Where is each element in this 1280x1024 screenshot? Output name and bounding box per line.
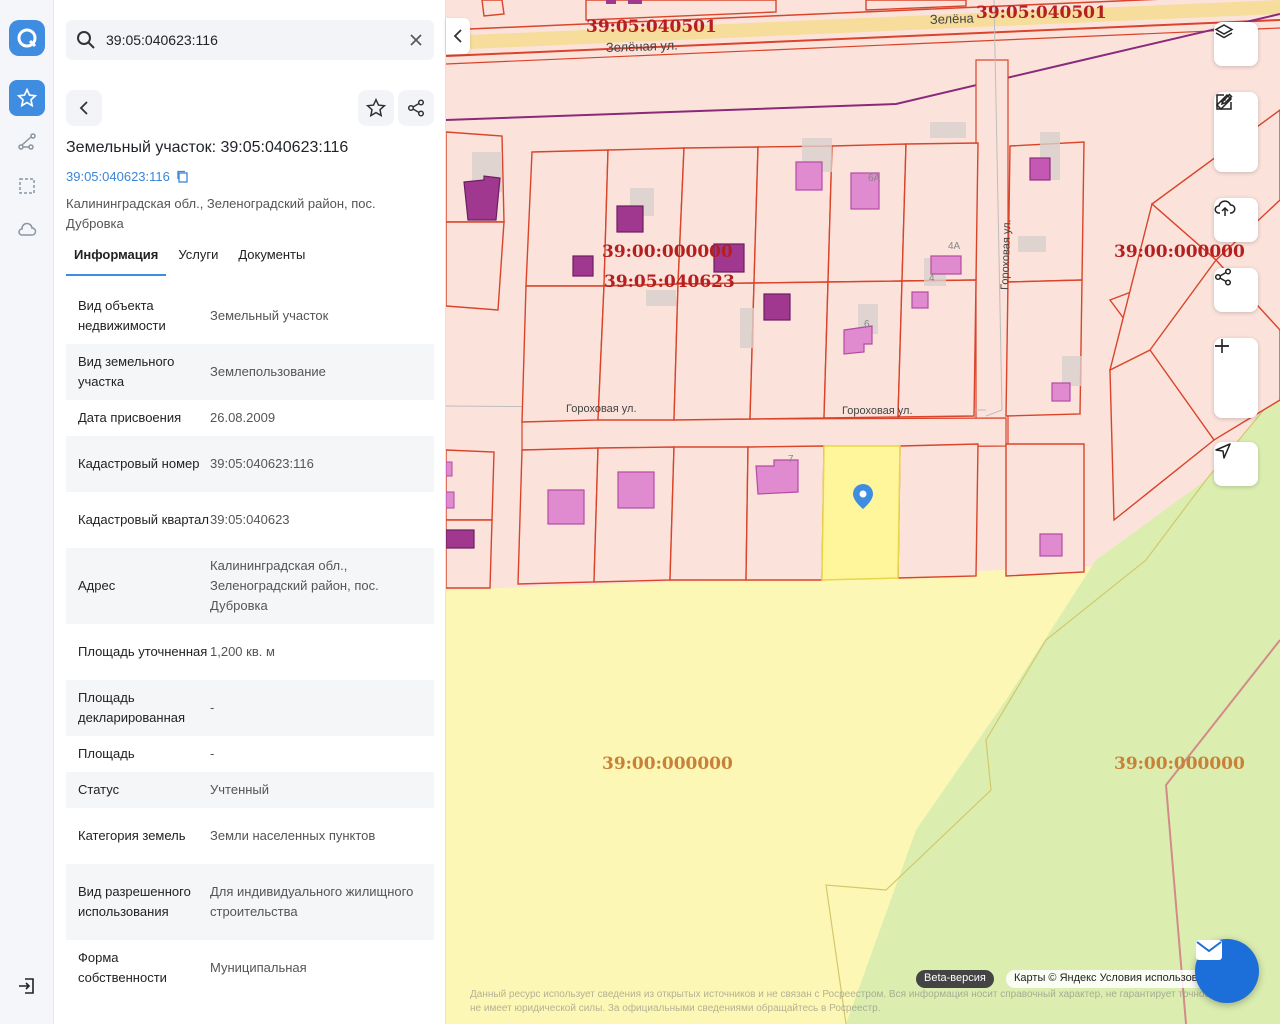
selected-parcel[interactable]	[821, 445, 901, 581]
table-row: Вид земельного участка Землепользование	[66, 344, 434, 400]
share-icon	[1214, 268, 1258, 308]
close-icon[interactable]	[406, 30, 426, 50]
logo-icon[interactable]	[9, 20, 45, 56]
street-label: Гороховая ул.	[842, 405, 913, 417]
info-table: Вид объекта недвижимости Земельный участо…	[66, 288, 434, 1000]
street-label: Гороховая ул.	[566, 403, 637, 415]
star-icon[interactable]	[9, 80, 45, 116]
table-row: Адрес Калининградская обл., Зеленоградски…	[66, 548, 434, 624]
street-label: Зелёна	[930, 10, 975, 27]
info-panel: 39:05:040623:116 Земельный участок: 39:0…	[54, 0, 446, 1024]
table-row: Площадь -	[78, 746, 215, 761]
street-label: Зелёная ул.	[606, 37, 678, 55]
map-view[interactable]: 39:05:040501 39:05:040501 39:00:000000 3…	[446, 0, 1280, 1024]
tab-bar: Информация Услуги Документы	[66, 244, 313, 276]
house-number: 4	[929, 273, 935, 284]
street-label: Гороховая ул.	[999, 219, 1013, 290]
house-number: 4А	[948, 241, 961, 252]
share-icon	[407, 99, 425, 117]
page-title: Земельный участок: 39:05:040623:116	[66, 139, 349, 156]
mail-button[interactable]	[1195, 939, 1259, 1003]
selection-icon[interactable]	[15, 174, 39, 198]
search-input[interactable]: 39:05:040623:116	[106, 32, 218, 48]
edit-icon[interactable]	[1214, 93, 1258, 170]
upload-button[interactable]	[1214, 198, 1258, 242]
left-rail	[0, 0, 54, 1024]
table-row: Кадастровый номер 39:05:040623:116	[66, 436, 434, 492]
logout-icon[interactable]	[15, 974, 39, 998]
route-icon[interactable]	[15, 130, 39, 154]
geolocate-button[interactable]	[1214, 442, 1258, 486]
navigation-arrow-icon	[1214, 443, 1258, 482]
address-text: Калининградская обл., Зеленоградский рай…	[66, 196, 376, 231]
tab-services[interactable]: Услуги	[170, 244, 226, 276]
table-row: Категория земель Земли населенных пунктов	[78, 828, 376, 843]
favorite-button[interactable]	[358, 90, 394, 126]
search-icon	[76, 30, 96, 55]
table-row: Дата присвоения 26.08.2009	[78, 410, 276, 425]
copy-icon	[177, 170, 188, 183]
chevron-left-icon	[79, 101, 88, 115]
disclaimer-text: Данный ресурс использует сведения из отк…	[470, 989, 1228, 1014]
quarter-label: 39:00:000000	[1114, 754, 1245, 774]
table-row: Площадь уточненная 1,200 кв. м	[78, 644, 275, 659]
quarter-label: 39:00:000000	[602, 242, 733, 262]
layers-icon	[1214, 24, 1258, 62]
zoom-group	[1214, 338, 1258, 418]
quarter-label: 39:05:040623	[604, 272, 735, 292]
tab-info[interactable]: Информация	[66, 244, 167, 276]
share-button[interactable]	[398, 90, 434, 126]
cloud-upload-icon	[1214, 200, 1258, 238]
table-row: Площадь декларированная -	[66, 680, 434, 736]
map-share-button[interactable]	[1214, 268, 1258, 312]
table-row: Вид разрешенного использования Для индиви…	[66, 864, 434, 940]
mail-icon	[1196, 940, 1222, 960]
back-button[interactable]	[66, 90, 102, 126]
beta-badge: Beta-версия	[916, 970, 994, 988]
search-box[interactable]: 39:05:040623:116	[66, 20, 434, 60]
house-number: 6А	[868, 173, 881, 184]
tools-group	[1214, 92, 1258, 172]
quarter-label: 39:05:040501	[586, 17, 717, 37]
tab-documents[interactable]: Документы	[230, 244, 313, 276]
chevron-left-icon	[453, 29, 462, 43]
table-row: Кадастровый квартал 39:05:040623	[78, 512, 290, 527]
layers-button[interactable]	[1214, 22, 1258, 66]
zoom-out-icon[interactable]	[1214, 345, 1258, 416]
collapse-panel-button[interactable]	[446, 18, 470, 54]
table-row: Статус Учтенный	[66, 772, 434, 808]
quarter-label: 39:05:040501	[976, 3, 1107, 23]
table-row: Вид объекта недвижимости Земельный участо…	[78, 298, 329, 333]
house-number: 6	[864, 319, 870, 330]
quarter-label: 39:00:000000	[1114, 242, 1245, 262]
star-icon	[366, 98, 386, 118]
house-number: 7	[788, 454, 794, 465]
cadastral-link[interactable]: 39:05:040623:116	[66, 169, 189, 184]
table-row: Форма собственности Муниципальная	[78, 950, 307, 985]
quarter-label: 39:00:000000	[602, 754, 733, 774]
map-canvas[interactable]: 39:05:040501 39:05:040501 39:00:000000 3…	[446, 0, 1280, 1024]
cloud-icon[interactable]	[15, 218, 39, 242]
cadastral-number[interactable]: 39:05:040623:116	[66, 169, 170, 184]
